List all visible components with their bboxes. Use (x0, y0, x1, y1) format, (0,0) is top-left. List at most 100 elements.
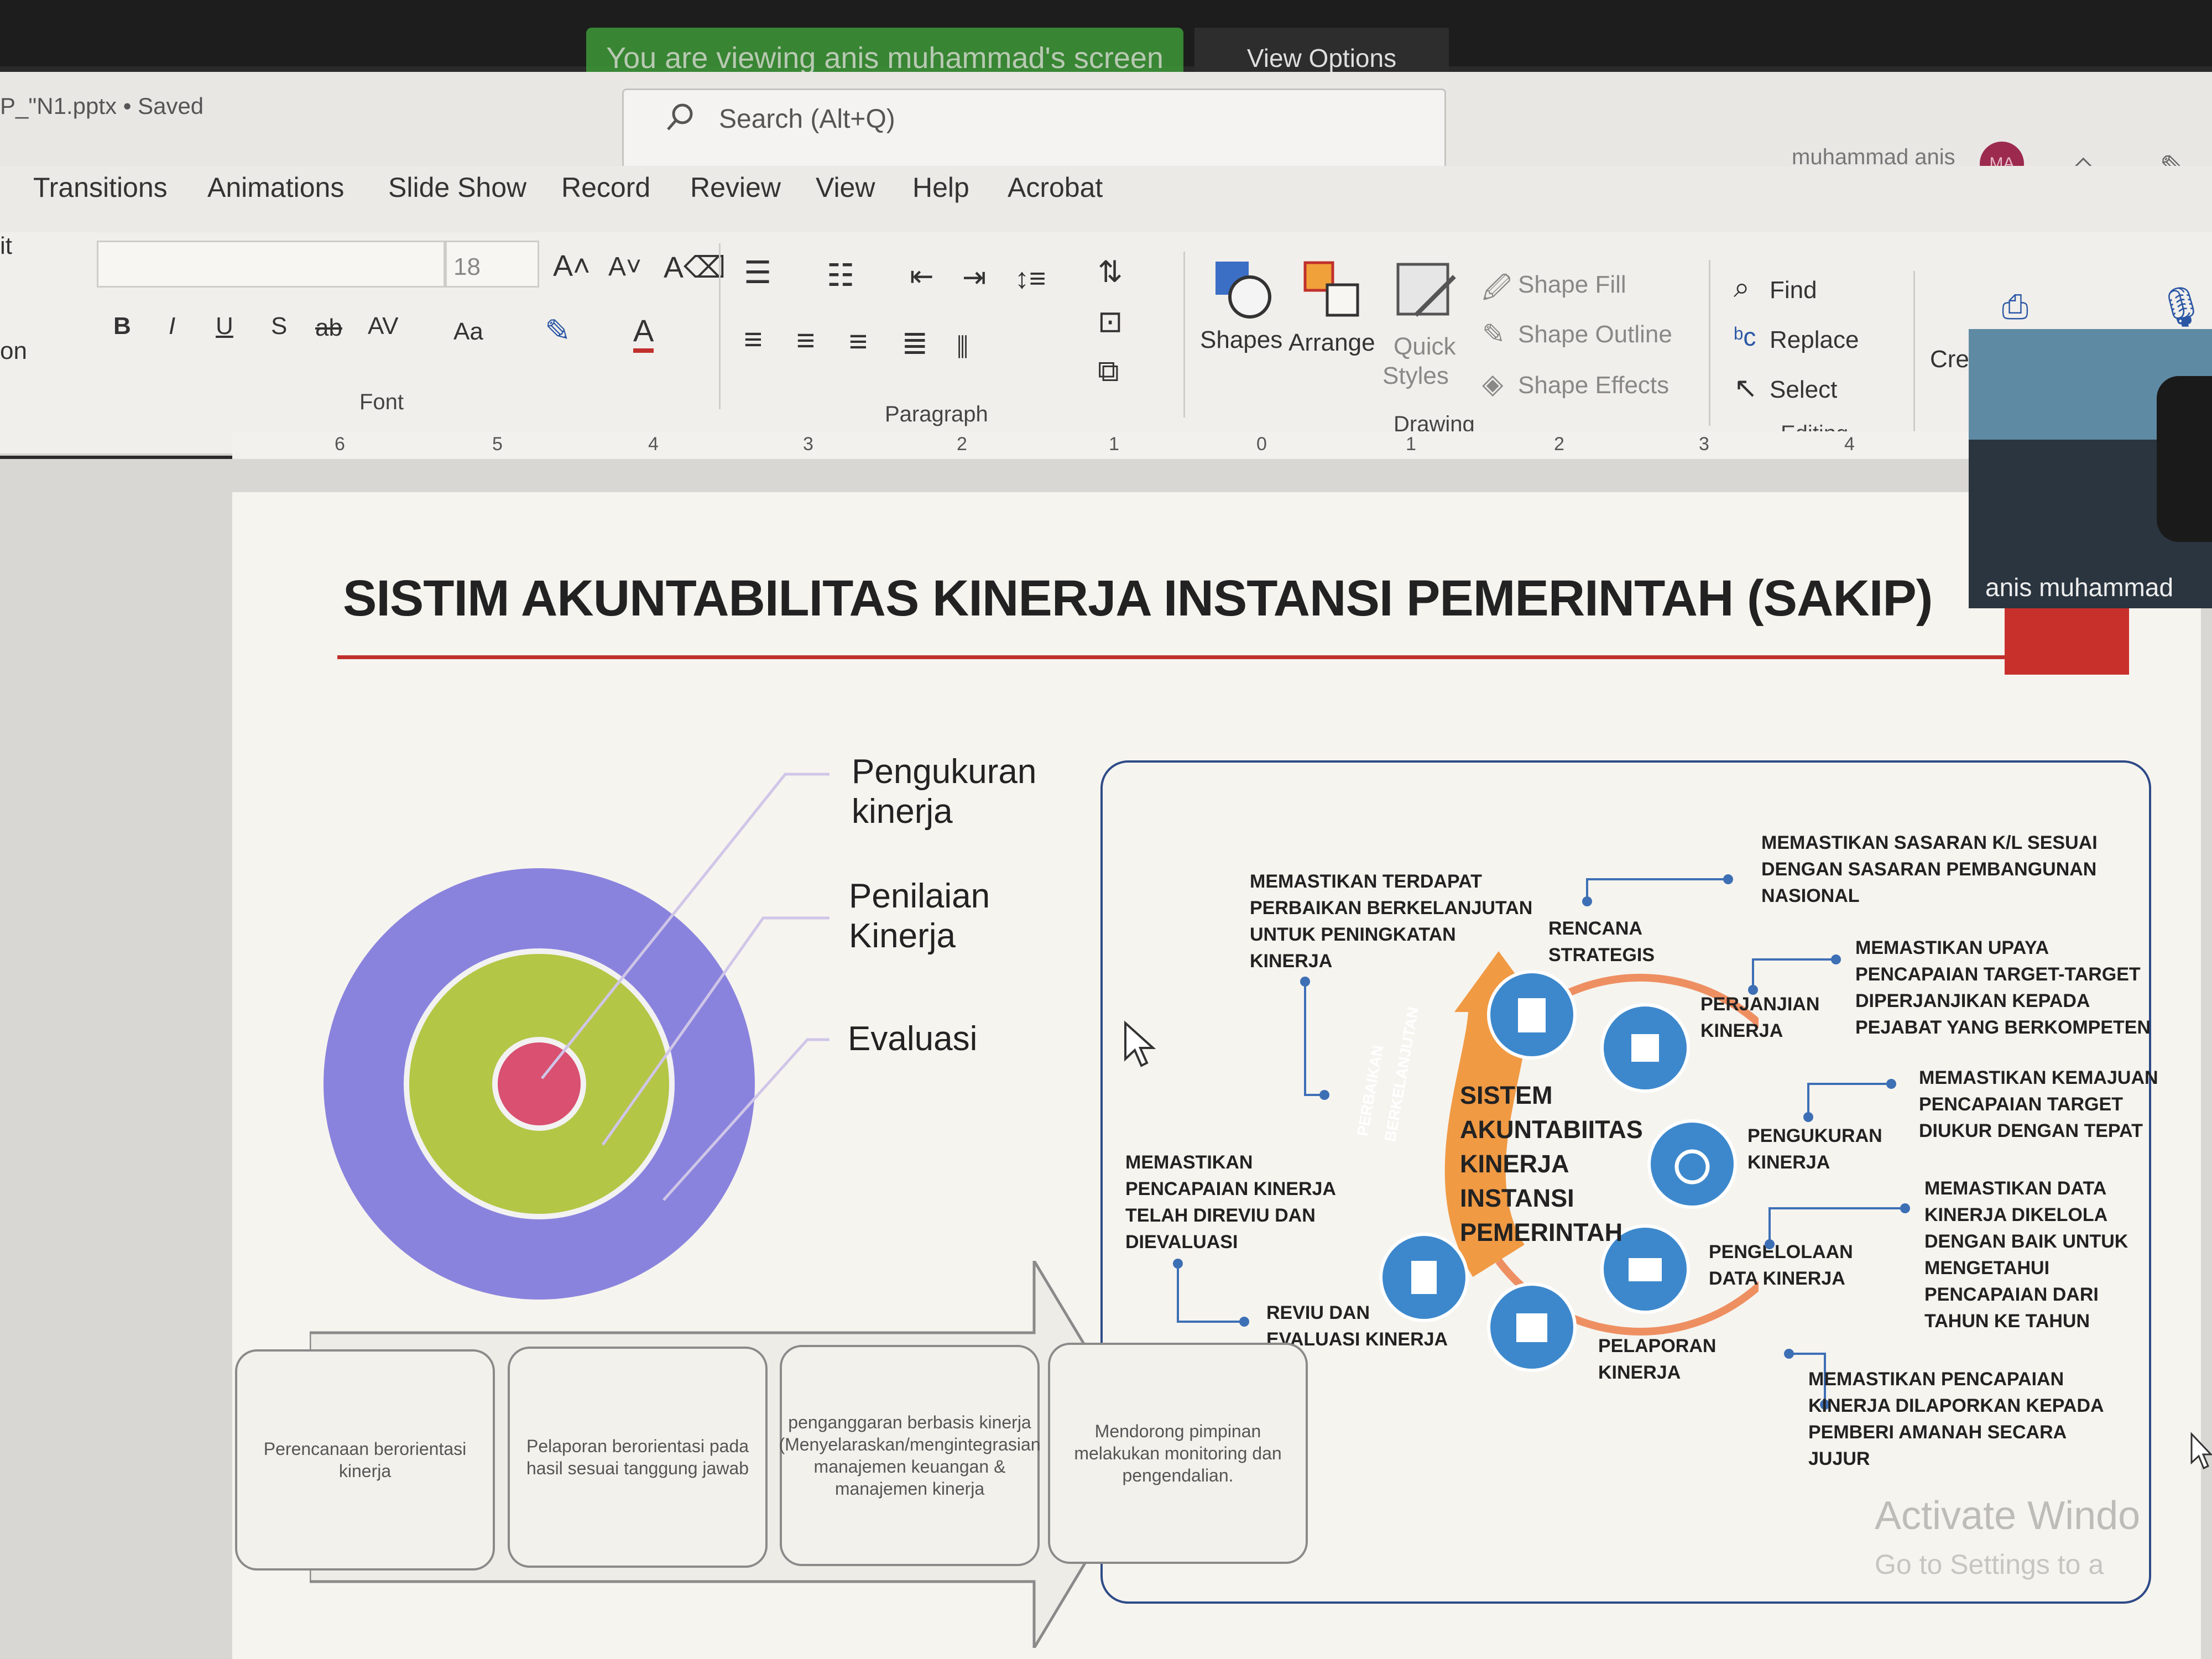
italic-button[interactable]: I (169, 312, 175, 340)
note-pelaporan-1: MEMASTIKAN PENCAPAIAN (1808, 1369, 2064, 1390)
quick-styles-label-1[interactable]: Quick (1394, 333, 1455, 361)
strikethrough-button[interactable]: ab (315, 314, 342, 342)
tab-animations[interactable]: Animations (207, 171, 344, 204)
ribbon-cut-label-2[interactable]: on (0, 337, 27, 365)
line-spacing-icon[interactable]: ↕≡ (1015, 262, 1046, 295)
tab-review[interactable]: Review (690, 171, 781, 204)
columns-icon[interactable]: ⫼ (957, 332, 968, 363)
ruler-mark: 2 (1554, 434, 1564, 455)
text-direction-icon[interactable]: ⇅ (1098, 254, 1123, 289)
ruler-mark: 3 (1699, 434, 1709, 455)
tab-slide-show[interactable]: Slide Show (388, 171, 526, 204)
underline-button[interactable]: U (216, 312, 233, 340)
align-left-icon[interactable]: ≡ (744, 321, 763, 358)
note-perjanjian-1: MEMASTIKAN UPAYA (1855, 937, 2049, 958)
align-center-icon[interactable]: ≡ (796, 322, 815, 359)
grow-font-icon[interactable]: A˄ (553, 249, 591, 283)
note-pengelolaan-2: KINERJA DIKELOLA (1924, 1204, 2108, 1225)
acrobat-create-icon[interactable]: ⎙ (2002, 288, 2028, 326)
ring-label-penilaian-2[interactable]: Kinerja (849, 916, 956, 956)
shrink-font-icon[interactable]: A˅ (608, 252, 641, 282)
ring-label-pengukuran-2[interactable]: kinerja (852, 792, 953, 832)
tab-view[interactable]: View (816, 171, 875, 204)
shape-outline-button[interactable]: Shape Outline (1518, 321, 1672, 348)
align-right-icon[interactable]: ≡ (849, 323, 868, 360)
numbering-icon[interactable]: ☷ (827, 257, 854, 294)
slide-title[interactable]: SISTIM AKUNTABILITAS KINERJA INSTANSI PE… (343, 570, 1933, 628)
webcam-person (2157, 376, 2212, 542)
create-button[interactable]: Cre (1930, 346, 1969, 373)
note-perbaikan-4: KINERJA (1250, 951, 1333, 972)
slide-red-shape[interactable] (2005, 608, 2129, 675)
note-pengelolaan-1: MEMASTIKAN DATA (1924, 1178, 2107, 1199)
find-icon[interactable]: ⌕ (1734, 271, 1750, 305)
tab-help[interactable]: Help (912, 171, 969, 204)
search-icon (667, 103, 693, 131)
note-perjanjian-4: PEJABAT YANG BERKOMPETEN (1855, 1017, 2151, 1038)
font-group-label: Font (359, 390, 404, 414)
shape-fill-button[interactable]: Shape Fill (1518, 271, 1626, 299)
tab-transitions[interactable]: Transitions (33, 171, 168, 204)
shape-fill-icon[interactable]: 🖉 (1482, 268, 1511, 315)
tab-record[interactable]: Record (561, 171, 650, 204)
dictate-icon[interactable]: 🎙 (2157, 285, 2206, 330)
shapes-icon[interactable] (1211, 257, 1277, 324)
note-pengelolaan-5: PENCAPAIAN DARI (1924, 1284, 2099, 1305)
step-box-pelaporan[interactable]: Pelaporan berorientasi pada hasil sesuai… (508, 1347, 768, 1568)
arrange-button[interactable]: Arrange (1288, 329, 1375, 357)
note-rencana-1: MEMASTIKAN SASARAN K/L SESUAI (1761, 832, 2098, 853)
increase-indent-icon[interactable]: ⇥ (962, 261, 987, 294)
font-name-select[interactable] (97, 241, 445, 288)
find-button[interactable]: Find (1770, 276, 1817, 304)
char-spacing-button[interactable]: AV (368, 312, 398, 340)
select-button[interactable]: Select (1770, 376, 1837, 404)
ruler-mark: 0 (1256, 434, 1267, 455)
quick-styles-icon[interactable] (1394, 260, 1460, 326)
highlight-icon[interactable]: ✎ (545, 312, 571, 349)
search-placeholder[interactable]: Search (Alt+Q) (719, 104, 895, 134)
justify-icon[interactable]: ≣ (901, 324, 928, 362)
note-reviu-1: MEMASTIKAN (1125, 1152, 1253, 1173)
align-text-icon[interactable]: ⊡ (1098, 304, 1123, 339)
change-case-button[interactable]: Aa (453, 318, 483, 346)
mouse-cursor-icon (2190, 1432, 2212, 1470)
bold-button[interactable]: B (113, 312, 131, 340)
note-reviu-2: PENCAPAIAN KINERJA (1125, 1178, 1336, 1199)
shape-effects-icon[interactable]: ◈ (1482, 368, 1503, 400)
ring-label-penilaian-1[interactable]: Penilaian (849, 877, 990, 916)
decrease-indent-icon[interactable]: ⇤ (910, 260, 934, 293)
ruler-mark: 1 (1109, 434, 1119, 455)
bullets-icon[interactable]: ☰ (744, 254, 771, 291)
arrange-icon[interactable] (1300, 257, 1366, 324)
paragraph-group-label: Paragraph (885, 402, 988, 426)
step-box-penganggaran[interactable]: penganggaran berbasis kinerja (Menyelara… (779, 1345, 1041, 1566)
note-rencana-3: NASIONAL (1761, 885, 1860, 906)
ring-label-pengukuran-1[interactable]: Pengukuran (852, 752, 1036, 792)
note-perbaikan-1: MEMASTIKAN TERDAPAT (1250, 871, 1482, 892)
mouse-cursor-icon (1124, 1020, 1156, 1067)
shape-outline-icon[interactable]: ✎ (1482, 318, 1505, 350)
step-box-monitoring[interactable]: Mendorong pimpinan melakukan monitoring … (1048, 1343, 1308, 1564)
note-perjanjian-3: DIPERJANJIKAN KEPADA (1855, 990, 2090, 1011)
replace-icon[interactable]: ᵇc (1734, 322, 1756, 352)
quick-styles-label-2[interactable]: Styles (1383, 362, 1449, 390)
select-icon[interactable]: ↖ (1734, 372, 1758, 405)
note-pelaporan-2: KINERJA DILAPORKAN KEPADA (1808, 1395, 2104, 1416)
smartart-icon[interactable]: ⧉ (1098, 354, 1119, 389)
step-box-perencanaan[interactable]: Perencanaan berorientasi kinerja (235, 1349, 495, 1571)
replace-button[interactable]: Replace (1770, 326, 1859, 354)
note-pelaporan-3: PEMBERI AMANAH SECARA (1808, 1422, 2067, 1443)
title-underline (337, 655, 2129, 659)
ribbon-separator (719, 243, 721, 409)
shapes-button[interactable]: Shapes (1200, 326, 1282, 354)
ribbon-cut-label-1[interactable]: it (0, 232, 12, 260)
clear-format-icon[interactable]: A⌫ (664, 250, 726, 285)
shadow-button[interactable]: S (271, 312, 287, 340)
ruler-mark: 1 (1406, 434, 1416, 455)
ring-label-evaluasi[interactable]: Evaluasi (848, 1019, 977, 1059)
shape-effects-button[interactable]: Shape Effects (1518, 372, 1669, 399)
font-color-icon[interactable]: A (633, 312, 654, 353)
tab-acrobat[interactable]: Acrobat (1008, 171, 1103, 204)
note-pengukuran-3: DIUKUR DENGAN TEPAT (1919, 1120, 2143, 1141)
file-name[interactable]: P_"N1.pptx • Saved (0, 93, 204, 119)
